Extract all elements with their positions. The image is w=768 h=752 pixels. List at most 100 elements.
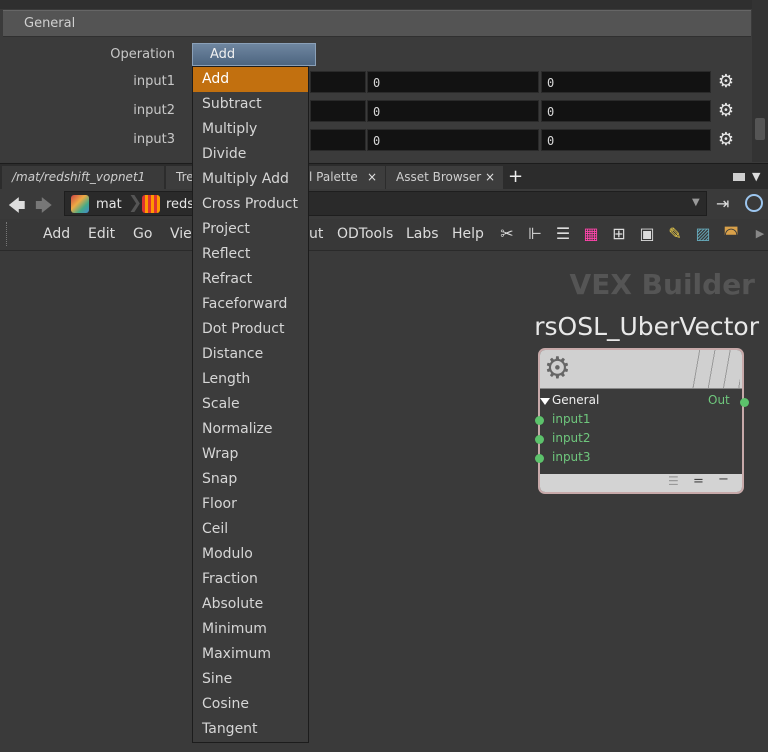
node-header-stripes bbox=[685, 350, 740, 388]
forward-arrow-icon[interactable]: 🡆 bbox=[35, 193, 53, 222]
tab-asset-browser[interactable]: Asset Browser × bbox=[386, 166, 503, 189]
option-maximum[interactable]: Maximum bbox=[193, 642, 308, 667]
show-connected-icon[interactable]: = bbox=[693, 474, 704, 489]
close-icon[interactable]: × bbox=[485, 166, 495, 189]
option-floor[interactable]: Floor bbox=[193, 492, 308, 517]
tab-palette[interactable]: l Palette × bbox=[309, 166, 385, 189]
menu-layout[interactable]: ut bbox=[309, 226, 323, 242]
option-reflect[interactable]: Reflect bbox=[193, 242, 308, 267]
image-icon[interactable]: ▨ bbox=[693, 224, 713, 244]
path-dropdown-icon[interactable]: ▼ bbox=[692, 197, 700, 208]
tools-icon[interactable]: ✂ bbox=[497, 224, 517, 244]
option-ceil[interactable]: Ceil bbox=[193, 517, 308, 542]
option-cosine[interactable]: Cosine bbox=[193, 692, 308, 717]
input2-x-field[interactable] bbox=[310, 100, 366, 122]
pane-maximize-icon[interactable] bbox=[733, 173, 745, 181]
gear-icon: ⚙ bbox=[544, 351, 571, 386]
input3-x-field[interactable] bbox=[310, 129, 366, 151]
top-strip bbox=[0, 0, 752, 9]
node-name[interactable]: rsOSL_UberVector bbox=[534, 312, 759, 341]
material-context-icon bbox=[71, 195, 89, 213]
option-dot-product[interactable]: Dot Product bbox=[193, 317, 308, 342]
input2-gear-icon[interactable]: ⚙ bbox=[716, 101, 736, 121]
path-crumb-redshift[interactable]: reds bbox=[166, 197, 194, 212]
menu-go[interactable]: Go bbox=[133, 226, 152, 242]
option-snap[interactable]: Snap bbox=[193, 467, 308, 492]
input1-port[interactable] bbox=[535, 416, 544, 425]
option-wrap[interactable]: Wrap bbox=[193, 442, 308, 467]
close-icon[interactable]: × bbox=[367, 166, 377, 189]
menu-odtools[interactable]: ODTools bbox=[337, 226, 393, 242]
option-multiply-add[interactable]: Multiply Add bbox=[193, 167, 308, 192]
uber-vector-node[interactable]: ⚙ General Out input1 input2 input3 ☰ = − bbox=[538, 348, 744, 494]
option-divide[interactable]: Divide bbox=[193, 142, 308, 167]
option-distance[interactable]: Distance bbox=[193, 342, 308, 367]
option-modulo[interactable]: Modulo bbox=[193, 542, 308, 567]
option-subtract[interactable]: Subtract bbox=[193, 92, 308, 117]
option-multiply[interactable]: Multiply bbox=[193, 117, 308, 142]
node-header[interactable]: ⚙ bbox=[540, 350, 742, 389]
color-palette-icon[interactable]: ▦ bbox=[581, 224, 601, 244]
general-folder-header[interactable]: General bbox=[3, 10, 751, 37]
input2-z-field[interactable]: 0 bbox=[541, 100, 711, 122]
option-add[interactable]: Add bbox=[193, 67, 308, 92]
input3-y-field[interactable]: 0 bbox=[367, 129, 539, 151]
node-footer: ☰ = − bbox=[540, 472, 742, 492]
option-project[interactable]: Project bbox=[193, 217, 308, 242]
path-crumb-mat[interactable]: mat bbox=[96, 197, 122, 212]
tab-label: /mat/redshift_vopnet1 bbox=[12, 170, 146, 184]
hide-inputs-icon[interactable]: − bbox=[718, 472, 729, 487]
input3-z-field[interactable]: 0 bbox=[541, 129, 711, 151]
input3-port[interactable] bbox=[535, 454, 544, 463]
option-sine[interactable]: Sine bbox=[193, 667, 308, 692]
input3-gear-icon[interactable]: ⚙ bbox=[716, 130, 736, 150]
subnet-icon[interactable]: ◚ bbox=[721, 224, 741, 244]
input1-y-field[interactable]: 0 bbox=[367, 71, 539, 93]
toolbar-more-icon[interactable]: ▶ bbox=[750, 224, 768, 244]
list-view-icon[interactable]: ☰ bbox=[553, 224, 573, 244]
input1-gear-icon[interactable]: ⚙ bbox=[716, 72, 736, 92]
menu-help[interactable]: Help bbox=[452, 226, 484, 242]
input2-label: input2 bbox=[133, 103, 175, 118]
scroll-thumb[interactable] bbox=[755, 118, 765, 140]
input2-port[interactable] bbox=[535, 435, 544, 444]
path-breadcrumb bbox=[64, 191, 707, 216]
option-tangent[interactable]: Tangent bbox=[193, 717, 308, 742]
option-scale[interactable]: Scale bbox=[193, 392, 308, 417]
input2-y-field[interactable]: 0 bbox=[367, 100, 539, 122]
tree-icon[interactable]: ⊩ bbox=[525, 224, 545, 244]
input1-x-field[interactable] bbox=[310, 71, 366, 93]
tab-tree[interactable]: Tre bbox=[166, 166, 194, 189]
menu-grip bbox=[6, 222, 11, 246]
menu-labs[interactable]: Labs bbox=[406, 226, 439, 242]
input1-label: input1 bbox=[133, 74, 175, 89]
add-tab-icon[interactable]: + bbox=[508, 166, 523, 187]
operation-select[interactable]: Add bbox=[192, 43, 316, 66]
node-section-label: General bbox=[552, 393, 600, 407]
option-length[interactable]: Length bbox=[193, 367, 308, 392]
crumb-separator-icon: ❯ bbox=[128, 193, 143, 213]
output-port[interactable] bbox=[740, 398, 749, 407]
back-arrow-icon[interactable]: 🡄 bbox=[8, 193, 26, 222]
sticky-note-icon[interactable]: ✎ bbox=[665, 224, 685, 244]
grid-view-icon[interactable]: ⊞ bbox=[609, 224, 629, 244]
option-cross-product[interactable]: Cross Product bbox=[193, 192, 308, 217]
option-normalize[interactable]: Normalize bbox=[193, 417, 308, 442]
menu-add[interactable]: Add bbox=[43, 226, 70, 242]
pane-menu-icon[interactable]: ▼ bbox=[752, 170, 760, 183]
section-collapse-icon[interactable] bbox=[540, 398, 550, 405]
link-icon[interactable] bbox=[745, 194, 763, 212]
show-all-inputs-icon[interactable]: ☰ bbox=[668, 474, 679, 488]
option-minimum[interactable]: Minimum bbox=[193, 617, 308, 642]
menu-view[interactable]: Vie bbox=[170, 226, 192, 242]
option-faceforward[interactable]: Faceforward bbox=[193, 292, 308, 317]
option-fraction[interactable]: Fraction bbox=[193, 567, 308, 592]
tab-vopnet[interactable]: /mat/redshift_vopnet1 bbox=[2, 166, 164, 189]
input3-label: input3 bbox=[133, 132, 175, 147]
option-refract[interactable]: Refract bbox=[193, 267, 308, 292]
option-absolute[interactable]: Absolute bbox=[193, 592, 308, 617]
pin-icon[interactable]: ⇥ bbox=[716, 194, 729, 213]
input1-z-field[interactable]: 0 bbox=[541, 71, 711, 93]
menu-edit[interactable]: Edit bbox=[88, 226, 115, 242]
network-box-icon[interactable]: ▣ bbox=[637, 224, 657, 244]
